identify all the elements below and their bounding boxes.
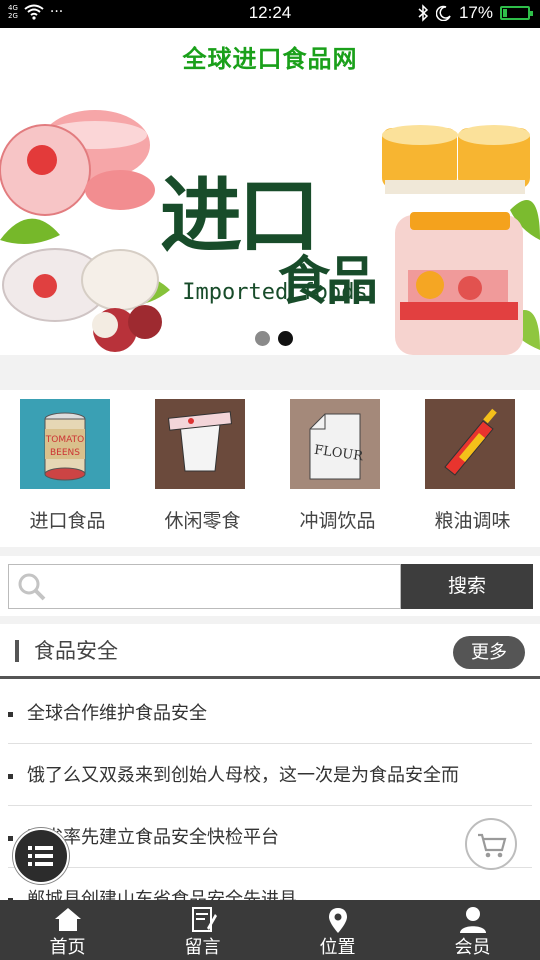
list-icon (28, 846, 53, 866)
news-item-title: 全球合作维护食品安全 (27, 703, 207, 724)
svg-text:BEENS: BEENS (50, 448, 80, 458)
banner-headline-line1: 进口 (160, 168, 320, 264)
banner-subtitle: Imported foods (182, 280, 368, 305)
location-icon (328, 908, 347, 933)
nav-label: 位置 (319, 937, 356, 958)
news-section: 食品安全 更多 全球合作维护食品安全 饿了么又双叒来到创始人母校，这一次是为食品… (0, 624, 540, 900)
section-marker (15, 640, 19, 662)
news-item[interactable]: 饿了么又双叒来到创始人母校，这一次是为食品安全而 (8, 744, 532, 806)
category-snacks[interactable]: 休闲零食 (135, 390, 270, 547)
news-item[interactable]: 全球合作维护食品安全 (8, 682, 532, 744)
bluetooth-icon (418, 4, 429, 22)
nav-home[interactable]: 首页 (0, 900, 135, 960)
more-button[interactable]: 更多 (453, 636, 525, 669)
moon-icon (435, 5, 451, 21)
user-icon (459, 907, 486, 933)
bottom-nav: 首页 留言 位置 会员 (0, 900, 540, 960)
search-input[interactable] (8, 564, 401, 609)
floating-menu-button[interactable] (13, 828, 69, 884)
carousel-dot-active[interactable] (278, 331, 293, 346)
cart-icon (478, 833, 507, 858)
tomato-can-icon: TOMATO BEENS (20, 399, 110, 489)
category-grid: TOMATO BEENS 进口食品 休闲零食 FLOUR 冲调饮品 粮油调味 (0, 390, 540, 547)
category-imported-food[interactable]: TOMATO BEENS 进口食品 (0, 390, 135, 547)
sauce-packet-icon (425, 399, 515, 489)
search-button[interactable]: 搜索 (401, 564, 533, 609)
category-label: 粮油调味 (434, 510, 511, 532)
banner-carousel[interactable]: 进口 食品 Imported foods (0, 90, 540, 355)
nav-label: 首页 (49, 937, 86, 958)
search-icon (18, 573, 46, 601)
nav-label: 会员 (454, 937, 491, 958)
flour-bag-icon: FLOUR (290, 399, 380, 489)
site-title: 全球进口食品网 (182, 45, 358, 73)
battery-percent: 17% (458, 3, 493, 22)
site-header: 全球进口食品网 (0, 28, 540, 90)
carousel-indicator (255, 331, 293, 346)
yogurt-cup-icon (155, 399, 245, 489)
category-grain-oil[interactable]: 粮油调味 (405, 390, 540, 547)
news-section-title: 食品安全 (34, 639, 118, 663)
status-bar: 4G 2G ··· 12:24 17% (0, 0, 540, 28)
nav-member[interactable]: 会员 (405, 900, 540, 960)
news-item[interactable]: 郸城县创建山东省食品安全先进县 (8, 868, 532, 900)
home-icon (54, 908, 81, 931)
category-drinks[interactable]: FLOUR 冲调饮品 (270, 390, 405, 547)
news-list: 全球合作维护食品安全 饿了么又双叒来到创始人母校，这一次是为食品安全而 我省率先… (8, 682, 532, 900)
nav-message[interactable]: 留言 (135, 900, 270, 960)
search-section: 搜索 (0, 556, 540, 616)
message-icon (191, 907, 217, 932)
svg-text:TOMATO: TOMATO (45, 435, 84, 445)
category-label: 冲调饮品 (299, 510, 376, 532)
news-item-title: 饿了么又双叒来到创始人母校，这一次是为食品安全而 (27, 765, 459, 786)
category-label: 进口食品 (29, 510, 106, 532)
nav-location[interactable]: 位置 (270, 900, 405, 960)
floating-cart-button[interactable] (465, 818, 517, 870)
news-item[interactable]: 我省率先建立食品安全快检平台 (8, 806, 532, 868)
nav-label: 留言 (184, 937, 221, 958)
battery-icon (500, 6, 533, 20)
category-label: 休闲零食 (164, 510, 241, 532)
news-header: 食品安全 更多 (0, 624, 540, 679)
carousel-dot[interactable] (255, 331, 270, 346)
news-item-title: 郸城县创建山东省食品安全先进县 (27, 889, 297, 900)
